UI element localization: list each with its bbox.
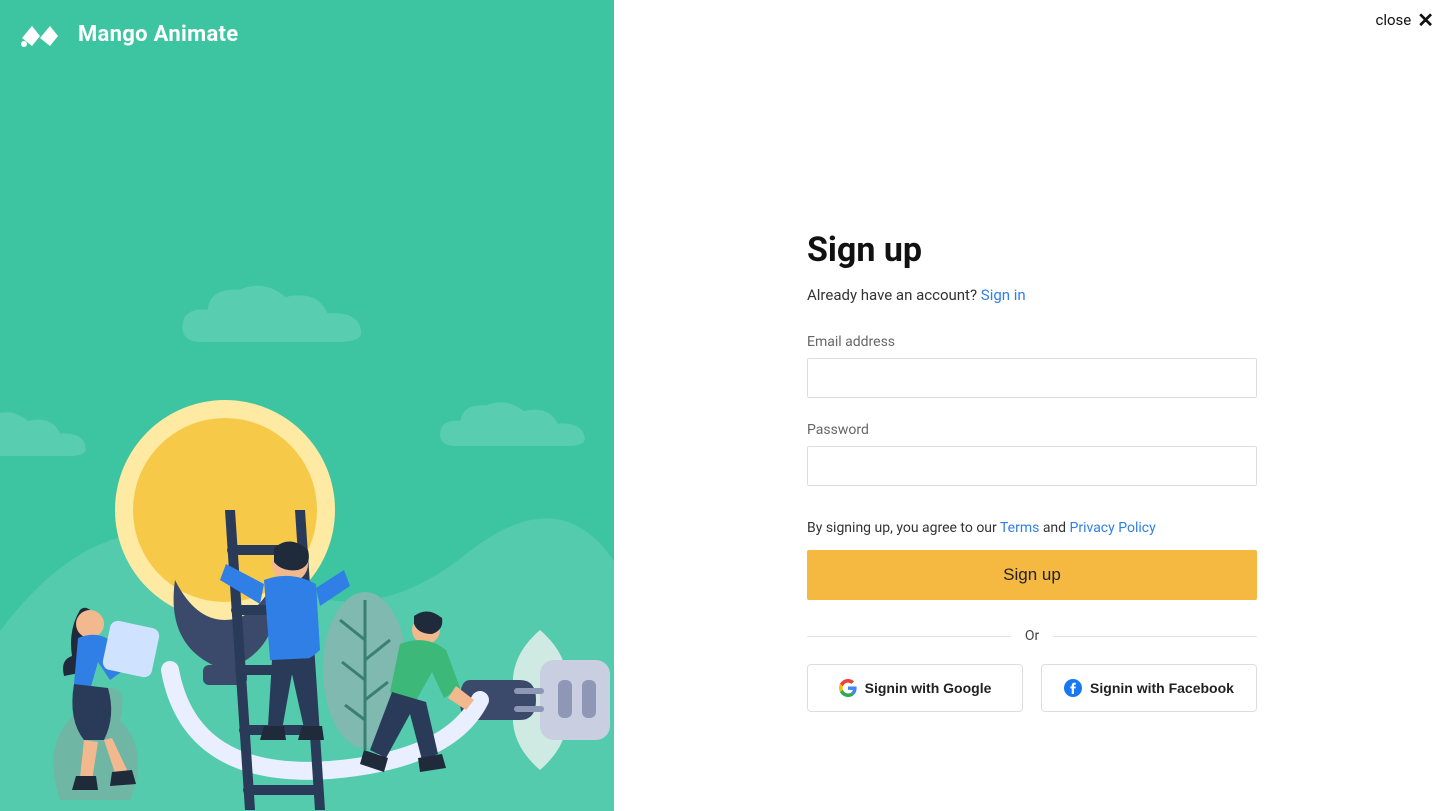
- email-field[interactable]: [807, 358, 1257, 398]
- close-icon: ✕: [1417, 10, 1434, 30]
- social-buttons: Signin with Google Signin with Facebook: [807, 664, 1257, 712]
- signin-link[interactable]: Sign in: [981, 286, 1026, 304]
- agree-prefix: By signing up, you agree to our: [807, 520, 1000, 536]
- or-divider: Or: [807, 628, 1257, 644]
- illustration-panel: Mango Animate: [0, 0, 614, 811]
- already-account-text: Already have an account?: [807, 286, 981, 304]
- facebook-signin-label: Signin with Facebook: [1090, 680, 1234, 696]
- form-panel: close ✕ Sign up Already have an account?…: [614, 0, 1450, 811]
- terms-link[interactable]: Terms: [1000, 520, 1039, 536]
- agree-and: and: [1039, 520, 1069, 536]
- google-signin-label: Signin with Google: [865, 680, 992, 696]
- close-label: close: [1375, 11, 1411, 29]
- or-label: Or: [1025, 628, 1039, 644]
- password-label: Password: [807, 422, 1257, 438]
- google-signin-button[interactable]: Signin with Google: [807, 664, 1023, 712]
- facebook-signin-button[interactable]: Signin with Facebook: [1041, 664, 1257, 712]
- close-button[interactable]: close ✕: [1375, 10, 1434, 30]
- email-label: Email address: [807, 334, 1257, 350]
- agree-line: By signing up, you agree to our Terms an…: [807, 520, 1257, 536]
- signup-form: Sign up Already have an account? Sign in…: [807, 230, 1257, 712]
- divider-line-left: [807, 636, 1011, 637]
- divider-line-right: [1053, 636, 1257, 637]
- google-icon: [839, 679, 857, 697]
- page-title: Sign up: [807, 230, 1257, 270]
- password-field[interactable]: [807, 446, 1257, 486]
- illustration-scene: [0, 0, 614, 811]
- privacy-link[interactable]: Privacy Policy: [1070, 520, 1156, 536]
- facebook-icon: [1064, 679, 1082, 697]
- signup-button[interactable]: Sign up: [807, 550, 1257, 600]
- already-account-line: Already have an account? Sign in: [807, 286, 1257, 304]
